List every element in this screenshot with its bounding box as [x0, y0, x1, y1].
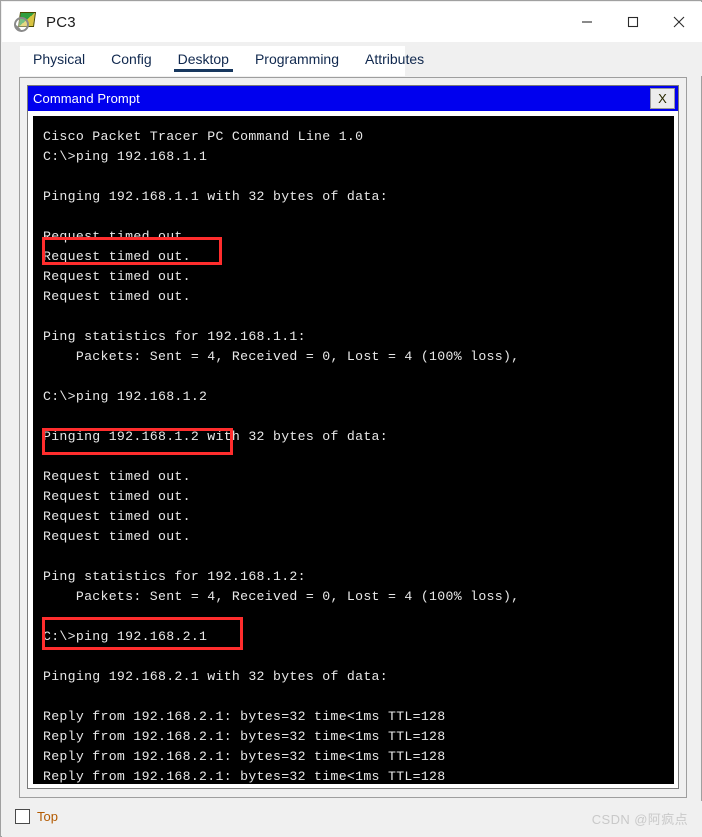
minimize-button[interactable]	[564, 2, 610, 42]
terminal-text: Cisco Packet Tracer PC Command Line 1.0 …	[43, 129, 520, 784]
top-checkbox[interactable]	[15, 809, 30, 824]
tabstrip-container: Physical Config Desktop Programming Attr…	[2, 42, 702, 76]
top-checkbox-row[interactable]: Top	[15, 809, 58, 824]
tab-physical[interactable]: Physical	[20, 46, 98, 72]
top-checkbox-label: Top	[37, 809, 58, 824]
footer-bar: Top CSDN @阿疯点	[2, 801, 702, 837]
window-title: PC3	[46, 13, 76, 31]
command-prompt-window: Command Prompt X Cisco Packet Tracer PC …	[27, 85, 679, 789]
terminal-output-area[interactable]: Cisco Packet Tracer PC Command Line 1.0 …	[33, 116, 674, 784]
tab-config[interactable]: Config	[98, 46, 164, 72]
tab-programming[interactable]: Programming	[242, 46, 352, 72]
maximize-button[interactable]	[610, 2, 656, 42]
watermark: CSDN @阿疯点	[591, 812, 688, 827]
close-button[interactable]	[656, 2, 702, 42]
pc3-device-window: PC3 Physical Config Desktop Programming …	[0, 0, 702, 837]
window-titlebar: PC3	[2, 2, 702, 42]
window-controls	[564, 2, 702, 42]
packet-tracer-pc-icon	[14, 11, 37, 33]
command-prompt-title: Command Prompt	[33, 91, 140, 106]
command-prompt-close-button[interactable]: X	[650, 88, 675, 109]
command-prompt-titlebar: Command Prompt X	[28, 86, 678, 111]
tab-attributes[interactable]: Attributes	[352, 46, 437, 72]
tab-desktop[interactable]: Desktop	[165, 46, 242, 72]
tabstrip: Physical Config Desktop Programming Attr…	[20, 46, 424, 76]
desktop-panel: Command Prompt X Cisco Packet Tracer PC …	[19, 77, 687, 798]
